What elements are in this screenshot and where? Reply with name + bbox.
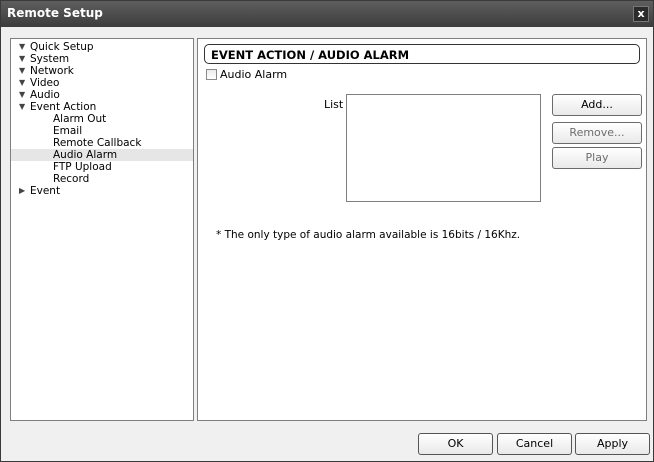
collapse-arrow-icon[interactable]: ▼ bbox=[19, 101, 25, 113]
tree-item-audio-alarm[interactable]: Audio Alarm bbox=[11, 149, 193, 161]
tree-item-quick-setup[interactable]: ▼ Quick Setup bbox=[11, 41, 193, 53]
tree-item-system[interactable]: ▼ System bbox=[11, 53, 193, 65]
collapse-arrow-icon[interactable]: ▼ bbox=[19, 53, 25, 65]
tree-item-record[interactable]: Record bbox=[11, 173, 193, 185]
collapse-arrow-icon[interactable]: ▼ bbox=[19, 77, 25, 89]
tree-item-video[interactable]: ▼ Video bbox=[11, 77, 193, 89]
audio-alarm-label: Audio Alarm bbox=[220, 68, 288, 81]
tree-item-network[interactable]: ▼ Network bbox=[11, 65, 193, 77]
tree-item-label: Alarm Out bbox=[53, 113, 107, 125]
collapse-arrow-icon[interactable]: ▼ bbox=[19, 65, 25, 77]
list-label: List bbox=[324, 98, 344, 111]
tree-item-remote-callback[interactable]: Remote Callback bbox=[11, 137, 193, 149]
audio-alarm-checkbox[interactable] bbox=[206, 69, 217, 80]
tree-item-label: Email bbox=[53, 125, 83, 137]
expand-arrow-icon[interactable]: ▶ bbox=[19, 185, 25, 197]
tree-item-label: Audio Alarm bbox=[53, 149, 118, 161]
tree-item-audio[interactable]: ▼ Audio bbox=[11, 89, 193, 101]
tree-item-ftp-upload[interactable]: FTP Upload bbox=[11, 161, 193, 173]
tree-item-label: Audio bbox=[30, 89, 60, 101]
tree-item-alarm-out[interactable]: Alarm Out bbox=[11, 113, 193, 125]
tree-item-label: Video bbox=[30, 77, 60, 89]
close-button[interactable]: x bbox=[633, 6, 649, 22]
apply-button[interactable]: Apply bbox=[575, 433, 650, 455]
audio-file-list[interactable] bbox=[346, 94, 541, 202]
add-button[interactable]: Add... bbox=[552, 94, 642, 116]
tree-item-label: Network bbox=[30, 65, 74, 77]
section-header: EVENT ACTION / AUDIO ALARM bbox=[204, 44, 640, 64]
audio-alarm-option[interactable]: Audio Alarm bbox=[206, 68, 287, 81]
window-title: Remote Setup bbox=[7, 6, 103, 20]
audio-alarm-panel: EVENT ACTION / AUDIO ALARM Audio Alarm L… bbox=[197, 38, 647, 421]
tree-item-label: Event bbox=[30, 185, 61, 197]
title-bar[interactable]: Remote Setup x bbox=[1, 1, 653, 27]
remove-button[interactable]: Remove... bbox=[552, 122, 642, 144]
tree-item-label: Quick Setup bbox=[30, 41, 94, 53]
tree-item-label: System bbox=[30, 53, 70, 65]
tree-item-event-action[interactable]: ▼ Event Action bbox=[11, 101, 193, 113]
tree-item-event[interactable]: ▶ Event bbox=[11, 185, 193, 197]
cancel-button[interactable]: Cancel bbox=[497, 433, 572, 455]
tree-item-email[interactable]: Email bbox=[11, 125, 193, 137]
tree-item-label: Record bbox=[53, 173, 90, 185]
settings-tree: ▼ Quick Setup ▼ System ▼ Network ▼ Video ▼ Audio ▼… bbox=[10, 38, 194, 421]
tree-item-label: Event Action bbox=[30, 101, 97, 113]
ok-button[interactable]: OK bbox=[418, 433, 493, 455]
tree-item-label: Remote Callback bbox=[53, 137, 142, 149]
remote-setup-window: Remote Setup x ▼ Quick Setup ▼ System ▼ Netwo… bbox=[0, 0, 654, 462]
format-note: * The only type of audio alarm available… bbox=[216, 229, 521, 241]
tree-item-label: FTP Upload bbox=[53, 161, 112, 173]
collapse-arrow-icon[interactable]: ▼ bbox=[19, 89, 25, 101]
collapse-arrow-icon[interactable]: ▼ bbox=[19, 41, 25, 53]
play-button[interactable]: Play bbox=[552, 147, 642, 169]
